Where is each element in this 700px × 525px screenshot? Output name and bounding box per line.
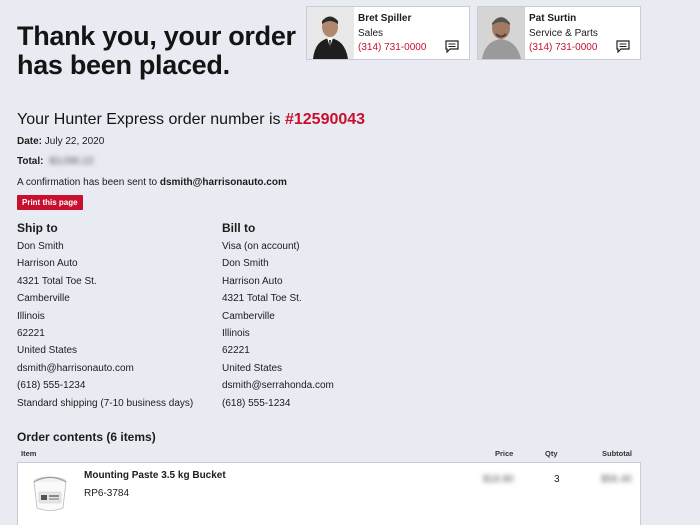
- order-date: Date: July 22, 2020: [17, 136, 104, 147]
- date-label: Date:: [17, 136, 43, 147]
- bill-to-address: Visa (on account) Don Smith Harrison Aut…: [222, 241, 334, 415]
- bill-to-line: (618) 555-1234: [222, 397, 291, 409]
- bill-to-line: Don Smith: [222, 258, 269, 270]
- column-header-qty: Qty: [545, 449, 558, 458]
- product-image: [33, 476, 67, 511]
- product-name[interactable]: Mounting Paste 3.5 kg Bucket: [84, 470, 226, 481]
- bill-to-title: Bill to: [222, 221, 256, 235]
- contact-card-service: Pat Surtin Service & Parts (314) 731-000…: [477, 6, 641, 60]
- bill-to-line: Illinois: [222, 327, 250, 339]
- ship-to-line: Camberville: [17, 293, 70, 305]
- order-contents-title: Order contents (6 items): [17, 430, 156, 444]
- product-subtotal: $56.40: [601, 474, 632, 485]
- bill-to-line: 4321 Total Toe St.: [222, 293, 302, 305]
- contact-phone-link[interactable]: (314) 731-0000: [358, 42, 426, 53]
- ship-to-line: 62221: [17, 327, 45, 339]
- column-header-price: Price: [495, 449, 514, 458]
- order-number: #12590043: [284, 111, 366, 128]
- bill-to-line: Visa (on account): [222, 241, 300, 252]
- bill-to-line: United States: [222, 362, 283, 374]
- page-title: Thank you, your order has been placed.: [17, 21, 296, 80]
- total-value: $3,090.22: [49, 156, 94, 167]
- ship-to-line: Don Smith: [17, 241, 64, 252]
- confirmation-email: dsmith@harrisonauto.com: [159, 177, 287, 188]
- column-header-subtotal: Subtotal: [602, 449, 632, 458]
- product-sku: RP6-3784: [84, 488, 130, 499]
- ship-to-line: Standard shipping (7-10 business days): [17, 397, 194, 409]
- contact-name: Bret Spiller: [358, 13, 412, 24]
- avatar: [307, 7, 354, 59]
- order-number-prefix: Your Hunter Express order number is: [17, 111, 281, 128]
- column-header-item: Item: [21, 449, 37, 458]
- total-label: Total:: [17, 156, 44, 167]
- contact-name: Pat Surtin: [529, 13, 577, 24]
- order-number-line: Your Hunter Express order number is #125…: [17, 111, 365, 129]
- ship-to-line: Illinois: [17, 310, 45, 322]
- confirmation-prefix: A confirmation has been sent to: [17, 177, 158, 188]
- print-button[interactable]: Print this page: [17, 195, 83, 210]
- ship-to-line: (618) 555-1234: [17, 380, 86, 392]
- contact-phone-link[interactable]: (314) 731-0000: [529, 42, 597, 53]
- bill-to-line: dsmith@serrahonda.com: [222, 380, 334, 392]
- ship-to-title: Ship to: [17, 221, 58, 235]
- ship-to-line: 4321 Total Toe St.: [17, 275, 97, 287]
- bill-to-line: Harrison Auto: [222, 275, 283, 287]
- message-icon[interactable]: [445, 40, 459, 53]
- avatar: [478, 7, 525, 59]
- product-qty: 3: [554, 474, 560, 485]
- ship-to-line: Harrison Auto: [17, 258, 78, 270]
- product-price: $18.80: [483, 474, 514, 485]
- contact-role: Sales: [358, 28, 384, 39]
- order-contents-table: Mounting Paste 3.5 kg Bucket RP6-3784 $1…: [17, 462, 641, 525]
- date-value: July 22, 2020: [44, 136, 105, 147]
- contact-card-sales: Bret Spiller Sales (314) 731-0000: [306, 6, 470, 60]
- confirmation-message: A confirmation has been sent to dsmith@h…: [17, 177, 287, 188]
- ship-to-line: United States: [17, 345, 78, 357]
- message-icon[interactable]: [616, 40, 630, 53]
- ship-to-address: Don Smith Harrison Auto 4321 Total Toe S…: [17, 241, 193, 415]
- bill-to-line: 62221: [222, 345, 250, 357]
- order-total: Total: $3,090.22: [17, 156, 94, 167]
- contact-role: Service & Parts: [529, 28, 598, 39]
- ship-to-line: dsmith@harrisonauto.com: [17, 362, 134, 374]
- bill-to-line: Camberville: [222, 310, 275, 322]
